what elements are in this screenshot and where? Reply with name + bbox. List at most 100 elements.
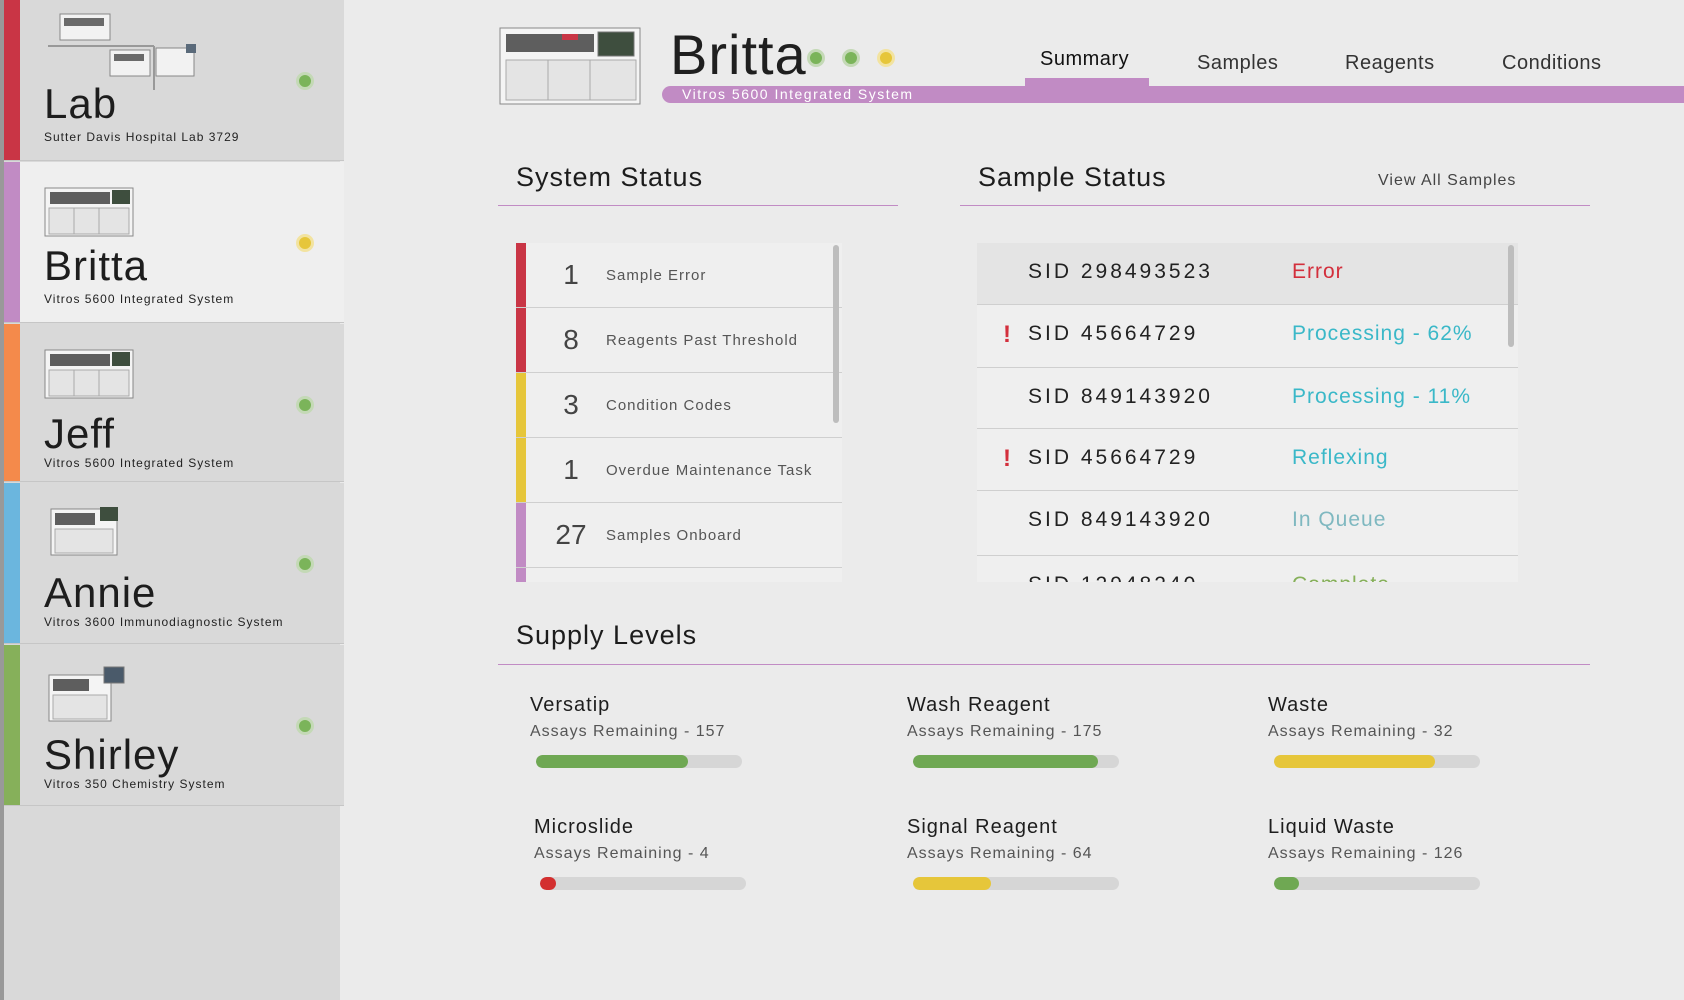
sidebar-item-lab[interactable]: Lab Sutter Davis Hospital Lab 3729 (4, 0, 344, 161)
instrument-image (499, 27, 641, 105)
system-status-title: System Status (516, 162, 704, 192)
chemistry-machine-icon (48, 666, 125, 722)
tab-summary[interactable]: Summary (1040, 48, 1129, 71)
supply-level-bar (536, 755, 742, 768)
system-status-row[interactable]: 3 Condition Codes (516, 373, 842, 438)
supply-remaining: Assays Remaining - 126 (1268, 845, 1464, 862)
sidebar-item-annie[interactable]: Annie Vitros 3600 Immunodiagnostic Syste… (4, 483, 344, 644)
sidebar-item-shirley[interactable]: Shirley Vitros 350 Chemistry System (4, 645, 344, 806)
status-label: Sample Error (606, 267, 707, 284)
supply-item-signal-reagent: Signal Reagent Assays Remaining - 64 (907, 816, 1147, 890)
system-status-row (516, 568, 842, 582)
sample-id: SID 849143920 (1028, 385, 1213, 408)
supply-remaining: Assays Remaining - 157 (530, 723, 726, 740)
status-label: Samples Onboard (606, 527, 742, 544)
system-status-row[interactable]: 27 Samples Onboard (516, 503, 842, 568)
instrument-name: Britta (670, 23, 807, 86)
analyzer-machine-icon (44, 187, 134, 237)
supply-level-bar (913, 877, 1119, 890)
status-dot (296, 555, 314, 573)
system-status-row[interactable]: 8 Reagents Past Threshold (516, 308, 842, 373)
immunodiagnostic-machine-icon (50, 507, 118, 556)
status-dot (807, 49, 825, 67)
sample-status-list: SID 298493523 Error ! SID 45664729 Proce… (977, 243, 1518, 582)
severity-stripe (516, 373, 526, 437)
sample-status: Reflexing (1292, 446, 1389, 469)
status-dot (296, 717, 314, 735)
supply-level-fill (913, 877, 992, 890)
supply-level-fill (1274, 755, 1435, 768)
sample-id: SID 849143920 (1028, 508, 1213, 531)
status-count: 8 (563, 324, 579, 355)
severity-stripe (516, 308, 526, 372)
status-label: Condition Codes (606, 397, 732, 414)
supply-levels-title: Supply Levels (516, 620, 698, 650)
system-status-row[interactable]: 1 Overdue Maintenance Task (516, 438, 842, 503)
warning-icon: ! (1003, 321, 1011, 348)
supply-level-bar (1274, 877, 1480, 890)
status-dot (296, 396, 314, 414)
section-divider (498, 205, 898, 206)
supply-item-wash-reagent: Wash Reagent Assays Remaining - 175 (907, 694, 1147, 768)
sample-status: Processing - 62% (1292, 322, 1473, 345)
status-dot (877, 49, 895, 67)
supply-level-fill (1274, 877, 1299, 890)
status-dot (296, 234, 314, 252)
sidebar-item-subtitle: Vitros 5600 Integrated System (44, 292, 235, 306)
supply-level-fill (540, 877, 557, 890)
sidebar-item-subtitle: Vitros 3600 Immunodiagnostic System (44, 615, 284, 629)
status-stripe (4, 324, 20, 481)
sidebar-item-subtitle: Vitros 5600 Integrated System (44, 456, 235, 470)
supply-remaining: Assays Remaining - 175 (907, 723, 1103, 740)
view-all-samples-link[interactable]: View All Samples (1378, 172, 1516, 190)
sample-status: In Queue (1292, 508, 1387, 531)
status-dot (842, 49, 860, 67)
supply-name: Signal Reagent (907, 816, 1058, 838)
supply-level-fill (536, 755, 689, 768)
supply-remaining: Assays Remaining - 64 (907, 845, 1093, 862)
severity-stripe (516, 438, 526, 502)
sidebar-item-britta[interactable]: Britta Vitros 5600 Integrated System (4, 162, 344, 323)
lab-machines-icon (48, 13, 196, 90)
supply-item-liquid-waste: Liquid Waste Assays Remaining - 126 (1268, 816, 1508, 890)
severity-stripe (516, 568, 526, 582)
status-count: 1 (563, 454, 579, 485)
supply-name: Wash Reagent (907, 694, 1051, 716)
section-divider (960, 205, 1590, 206)
sample-id: SID 45664729 (1028, 446, 1199, 469)
supply-name: Liquid Waste (1268, 816, 1395, 838)
status-stripe (4, 0, 20, 160)
sample-row[interactable]: ! SID 45664729 Reflexing (977, 429, 1518, 491)
sidebar-item-jeff[interactable]: Jeff Vitros 5600 Integrated System (4, 324, 344, 482)
sidebar-item-name: Annie (44, 569, 157, 616)
instrument-sidebar: Lab Sutter Davis Hospital Lab 3729 Britt… (0, 0, 344, 1000)
sidebar-item-subtitle: Vitros 350 Chemistry System (44, 777, 226, 791)
sidebar-item-subtitle: Sutter Davis Hospital Lab 3729 (44, 130, 240, 144)
instrument-subtitle: Vitros 5600 Integrated System (682, 86, 914, 102)
supply-level-fill (913, 755, 1099, 768)
sample-status-title: Sample Status (978, 162, 1167, 192)
sample-status-scrollbar[interactable] (1508, 245, 1514, 347)
sample-row[interactable]: ! SID 45664729 Processing - 62% (977, 305, 1518, 368)
status-stripe (4, 162, 20, 322)
supply-name: Waste (1268, 694, 1329, 716)
supply-level-bar (913, 755, 1119, 768)
sample-row[interactable]: SID 298493523 Error (977, 243, 1518, 305)
system-status-row[interactable]: 1 Sample Error (516, 243, 842, 308)
sidebar-item-name: Jeff (44, 410, 115, 457)
system-status-scrollbar[interactable] (833, 245, 839, 423)
sample-row[interactable]: SID 849143920 Processing - 11% (977, 368, 1518, 429)
status-stripe (4, 645, 20, 805)
status-count: 1 (563, 259, 579, 290)
sidebar-item-name: Shirley (44, 731, 180, 778)
sample-row[interactable]: SID 849143920 In Queue (977, 491, 1518, 556)
sample-status: Error (1292, 260, 1344, 283)
tab-conditions[interactable]: Conditions (1502, 52, 1602, 75)
status-dot (296, 72, 314, 90)
sample-row[interactable]: SID 12948240 Complete (977, 556, 1518, 582)
supply-remaining: Assays Remaining - 32 (1268, 723, 1454, 740)
active-tab-indicator (1025, 76, 1149, 103)
system-status-list: 1 Sample Error 8 Reagents Past Threshold… (516, 243, 842, 582)
tab-reagents[interactable]: Reagents (1345, 52, 1435, 75)
tab-samples[interactable]: Samples (1197, 52, 1278, 75)
